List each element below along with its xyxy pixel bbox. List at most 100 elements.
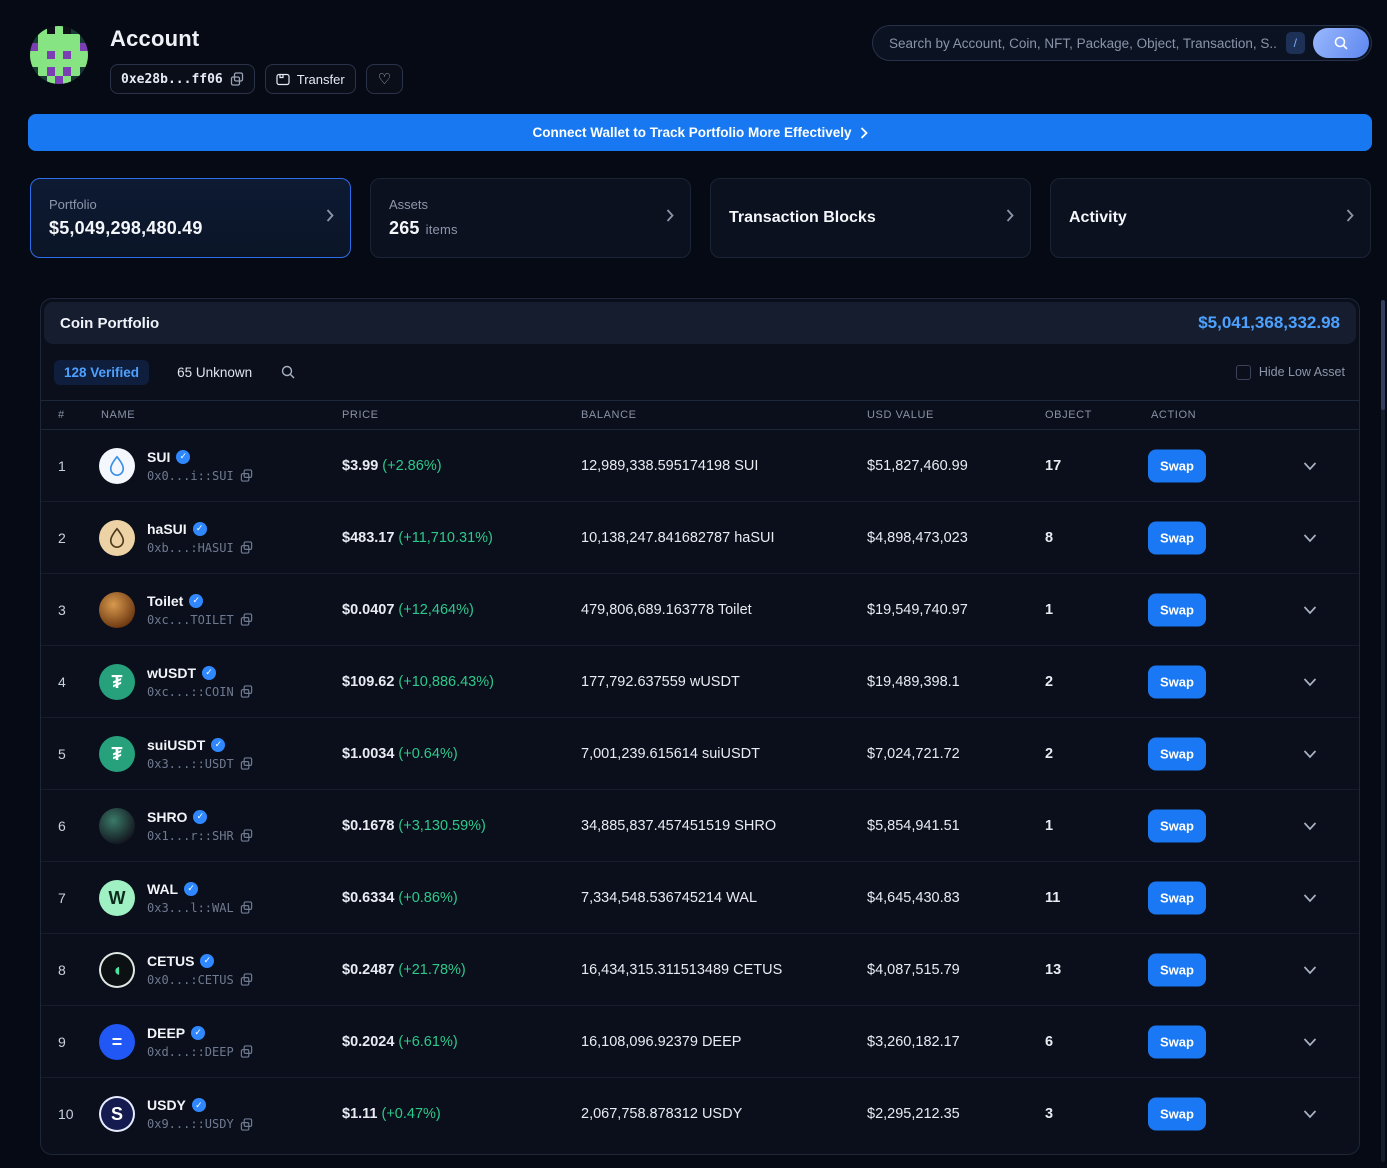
search-button[interactable] <box>1313 28 1369 58</box>
coin-price-change: (+6.61%) <box>398 1034 457 1050</box>
coin-usd-value: $4,087,515.79 <box>867 962 960 978</box>
suiusdt-coin-icon: ₮ <box>99 736 135 772</box>
search-icon <box>1333 35 1349 51</box>
coin-price: $483.17(+11,710.31%) <box>342 530 493 546</box>
table-row[interactable]: 9 = DEEP ✓ 0xd...::DEEP <box>41 1006 1359 1078</box>
swap-button[interactable]: Swap <box>1148 593 1206 626</box>
swap-button[interactable]: Swap <box>1148 809 1206 842</box>
expand-row-button[interactable] <box>1303 533 1317 542</box>
scrollbar-thumb[interactable] <box>1381 300 1385 410</box>
copy-coin-address-icon[interactable] <box>240 685 253 698</box>
coin-address: 0xc...::COIN <box>147 685 234 699</box>
expand-row-button[interactable] <box>1303 965 1317 974</box>
row-index: 7 <box>58 890 66 906</box>
portfolio-card-value: $5,049,298,480.49 <box>49 218 332 239</box>
table-row[interactable]: 8 ◖ CETUS ✓ 0x0...:CETUS <box>41 934 1359 1006</box>
copy-coin-address-icon[interactable] <box>240 973 253 986</box>
expand-row-button[interactable] <box>1303 893 1317 902</box>
copy-coin-address-icon[interactable] <box>240 901 253 914</box>
coin-price-change: (+21.78%) <box>398 962 465 978</box>
scrollbar-track[interactable] <box>1381 300 1385 1162</box>
swap-button[interactable]: Swap <box>1148 737 1206 770</box>
coin-name: Toilet <box>147 593 183 609</box>
toilet-coin-icon <box>99 592 135 628</box>
copy-coin-address-icon[interactable] <box>240 757 253 770</box>
verified-badge-icon: ✓ <box>191 1026 205 1040</box>
expand-row-button[interactable] <box>1303 821 1317 830</box>
coin-search-icon[interactable] <box>280 364 296 380</box>
coin-name: CETUS <box>147 953 194 969</box>
copy-coin-address-icon[interactable] <box>240 613 253 626</box>
coin-object-count: 11 <box>1045 890 1060 906</box>
hasui-coin-icon <box>99 520 135 556</box>
swap-button[interactable]: Swap <box>1148 1025 1206 1058</box>
coin-usd-value: $5,854,941.51 <box>867 818 960 834</box>
table-row[interactable]: 3 Toilet ✓ 0xc...TOILET <box>41 574 1359 646</box>
connect-wallet-banner[interactable]: Connect Wallet to Track Portfolio More E… <box>28 114 1372 151</box>
copy-coin-address-icon[interactable] <box>240 469 253 482</box>
chevron-down-icon <box>1303 1110 1317 1119</box>
coin-price-change: (+10,886.43%) <box>398 674 494 690</box>
swap-button[interactable]: Swap <box>1148 1098 1206 1131</box>
usdy-coin-icon: S <box>99 1096 135 1132</box>
chevron-down-icon <box>1303 821 1317 830</box>
swap-button[interactable]: Swap <box>1148 665 1206 698</box>
expand-row-button[interactable] <box>1303 461 1317 470</box>
chevron-right-icon <box>326 209 334 228</box>
cetus-coin-icon: ◖ <box>99 952 135 988</box>
coin-name: USDY <box>147 1097 186 1113</box>
coin-price: $1.0034(+0.64%) <box>342 746 458 762</box>
table-row[interactable]: 7 W WAL ✓ 0x3...l::WAL <box>41 862 1359 934</box>
verified-badge-icon: ✓ <box>176 450 190 464</box>
row-index: 4 <box>58 674 66 690</box>
hide-low-asset-checkbox[interactable] <box>1236 365 1251 380</box>
table-row[interactable]: 10 S USDY ✓ 0x9...::USDY <box>41 1078 1359 1150</box>
favorite-button[interactable]: ♡ <box>366 64 403 94</box>
table-row[interactable]: 1 SUI ✓ 0x0...i::SUI <box>41 430 1359 502</box>
coin-usd-value: $19,489,398.1 <box>867 674 960 690</box>
table-row[interactable]: 6 SHRO ✓ 0x1...r::SHR <box>41 790 1359 862</box>
coin-balance: 7,334,548.536745214 WAL <box>581 890 757 906</box>
expand-row-button[interactable] <box>1303 677 1317 686</box>
expand-row-button[interactable] <box>1303 749 1317 758</box>
coin-price-change: (+0.86%) <box>398 890 457 906</box>
swap-button[interactable]: Swap <box>1148 449 1206 482</box>
transaction-blocks-card[interactable]: Transaction Blocks <box>710 178 1031 258</box>
coin-object-count: 17 <box>1045 458 1061 474</box>
swap-button[interactable]: Swap <box>1148 953 1206 986</box>
copy-coin-address-icon[interactable] <box>240 541 253 554</box>
expand-row-button[interactable] <box>1303 1110 1317 1119</box>
table-row[interactable]: 4 ₮ wUSDT ✓ 0xc...::COIN <box>41 646 1359 718</box>
swap-button[interactable]: Swap <box>1148 521 1206 554</box>
row-index: 2 <box>58 530 66 546</box>
copy-coin-address-icon[interactable] <box>240 829 253 842</box>
chevron-down-icon <box>1303 533 1317 542</box>
banner-label: Connect Wallet to Track Portfolio More E… <box>532 125 851 140</box>
coin-address: 0xc...TOILET <box>147 613 234 627</box>
search-input[interactable] <box>889 36 1278 51</box>
activity-card[interactable]: Activity <box>1050 178 1371 258</box>
expand-row-button[interactable] <box>1303 1037 1317 1046</box>
assets-card[interactable]: Assets 265items <box>370 178 691 258</box>
coin-object-count: 13 <box>1045 962 1061 978</box>
verified-badge-icon: ✓ <box>184 882 198 896</box>
transfer-button[interactable]: Transfer <box>265 64 356 94</box>
chevron-down-icon <box>1303 1037 1317 1046</box>
coin-address: 0x3...l::WAL <box>147 901 234 915</box>
account-address-chip[interactable]: 0xe28b...ff06 <box>110 64 255 94</box>
coin-name: haSUI <box>147 521 187 537</box>
copy-coin-address-icon[interactable] <box>240 1045 253 1058</box>
copy-coin-address-icon[interactable] <box>240 1118 253 1131</box>
tab-unknown[interactable]: 65 Unknown <box>167 360 262 385</box>
copy-address-icon[interactable] <box>230 72 244 86</box>
portfolio-card[interactable]: Portfolio $5,049,298,480.49 <box>30 178 351 258</box>
chevron-right-icon <box>1006 209 1014 228</box>
col-usd-value: USD VALUE <box>867 409 934 421</box>
coin-name: suiUSDT <box>147 737 205 753</box>
expand-row-button[interactable] <box>1303 605 1317 614</box>
activity-card-label: Activity <box>1069 209 1352 227</box>
table-row[interactable]: 2 haSUI ✓ 0xb...:HASUI <box>41 502 1359 574</box>
swap-button[interactable]: Swap <box>1148 881 1206 914</box>
tab-verified[interactable]: 128 Verified <box>54 360 149 385</box>
table-row[interactable]: 5 ₮ suiUSDT ✓ 0x3...::USDT <box>41 718 1359 790</box>
